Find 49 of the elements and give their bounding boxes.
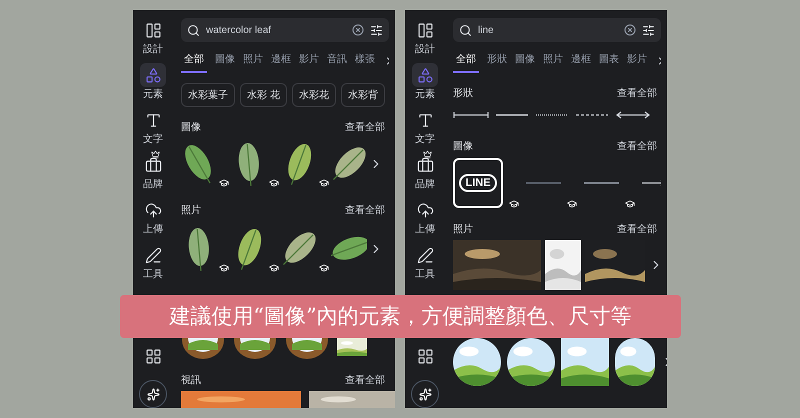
see-all-link[interactable]: 查看全部 xyxy=(617,86,657,100)
suggestion-chip[interactable]: 水彩葉子 xyxy=(181,83,235,107)
sidebar-label: 元素 xyxy=(415,89,435,100)
tab[interactable]: 圖像 xyxy=(215,52,235,73)
tab[interactable]: 全部 xyxy=(181,52,207,73)
tab[interactable]: 圖表 xyxy=(599,52,619,73)
sidebar-label: 設計 xyxy=(143,44,163,55)
tab[interactable]: 邊框 xyxy=(571,52,591,73)
search-field[interactable]: watercolor leaf xyxy=(181,18,389,42)
sidebar-label: 工具 xyxy=(143,269,163,280)
logo-text: LINE xyxy=(459,174,497,192)
sidebar-label: 設計 xyxy=(415,44,435,55)
tab[interactable]: 照片 xyxy=(243,52,263,73)
search-field[interactable]: line xyxy=(453,18,661,42)
tab[interactable]: 音訊 xyxy=(327,52,347,73)
caption-banner: 建議使用“圖像”內的元素，方便調整顏色、尺寸等 xyxy=(120,295,681,338)
tab[interactable]: 影片 xyxy=(299,52,319,73)
sidebar-label: 品牌 xyxy=(143,179,163,190)
see-all-link[interactable]: 查看全部 xyxy=(345,120,385,134)
see-all-link[interactable]: 查看全部 xyxy=(617,222,657,236)
search-text: watercolor leaf xyxy=(206,24,272,38)
suggestion-chip[interactable]: 水彩 花 xyxy=(240,83,287,107)
section-title: 照片 xyxy=(181,204,201,218)
section-title: 形狀 xyxy=(453,86,473,100)
tab[interactable]: 全部 xyxy=(453,52,479,73)
see-all-link[interactable]: 查看全部 xyxy=(345,202,385,218)
search-text: line xyxy=(478,24,495,38)
sidebar-label: 工具 xyxy=(415,269,435,280)
tab[interactable]: 樣張 xyxy=(355,52,375,73)
see-all-link[interactable]: 查看全部 xyxy=(617,138,657,154)
section-title: 照片 xyxy=(453,222,473,236)
sidebar-label: 文字 xyxy=(143,134,163,145)
see-all-link[interactable]: 查看全部 xyxy=(345,372,385,388)
suggestion-chip[interactable]: 水彩花 xyxy=(292,83,336,107)
sidebar-label: 品牌 xyxy=(415,179,435,190)
sidebar-label: 上傳 xyxy=(415,224,435,235)
section-title: 圖像 xyxy=(181,120,201,134)
section-title: 圖像 xyxy=(453,140,473,154)
tab[interactable]: 邊框 xyxy=(271,52,291,73)
sidebar-label: 文字 xyxy=(415,134,435,145)
sidebar-label: 上傳 xyxy=(143,224,163,235)
sidebar-label: 元素 xyxy=(143,89,163,100)
tab[interactable]: 形狀 xyxy=(487,52,507,73)
line-logo[interactable]: LINE xyxy=(453,158,503,208)
section-title: 視訊 xyxy=(181,374,201,388)
tab[interactable]: 照片 xyxy=(543,52,563,73)
tab[interactable]: 圖像 xyxy=(515,52,535,73)
suggestion-chip[interactable]: 水彩背 xyxy=(340,83,385,107)
tab[interactable]: 影片 xyxy=(627,52,647,73)
